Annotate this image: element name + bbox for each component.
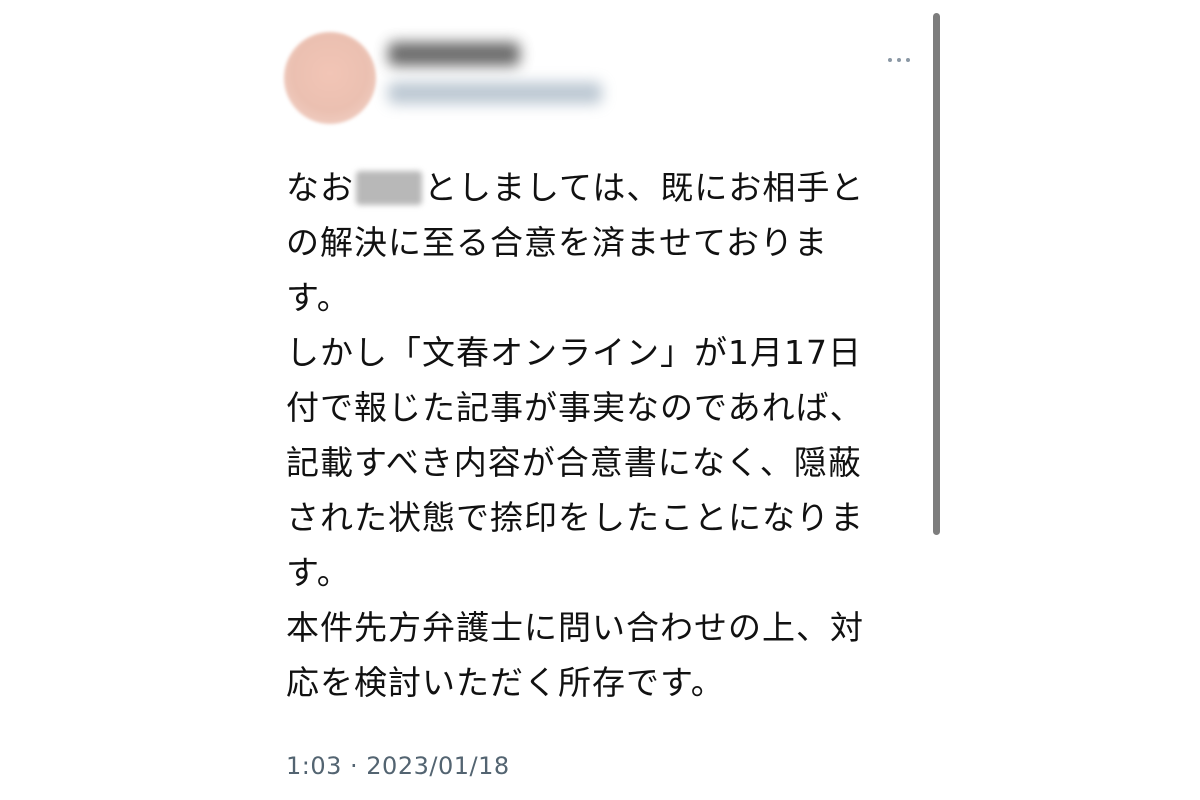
post-text-line: なお としましては、既にお相手と: [286, 160, 926, 215]
post-text-line: す。: [286, 278, 351, 317]
post-text-line: 記載すべき内容が合意書になく、隠蔽: [286, 443, 862, 482]
post-card: なお としましては、既にお相手と の解決に至る合意を済ませておりま す。 しかし「…: [0, 0, 1200, 800]
post-text-fragment: としましては、既にお相手と: [424, 168, 865, 207]
post-text-line: す。: [286, 553, 351, 592]
avatar[interactable]: [284, 32, 376, 124]
post-text-line: 付で報じた記事が事実なのであれば、: [286, 388, 864, 427]
redacted-name: [356, 171, 422, 205]
post-text-line: 本件先方弁護士に問い合わせの上、対: [286, 608, 864, 647]
display-name-redacted[interactable]: [388, 42, 520, 66]
post-text-line: の解決に至る合意を済ませておりま: [286, 223, 829, 262]
post-text-line: された状態で捺印をしたことになりま: [286, 498, 864, 537]
more-horizontal-icon[interactable]: [883, 50, 915, 70]
post-text-fragment: なお: [286, 168, 354, 207]
post-text-line: 応を検討いただく所存です。: [286, 663, 725, 702]
username-redacted[interactable]: [388, 82, 602, 104]
post-text: なお としましては、既にお相手と の解決に至る合意を済ませておりま す。 しかし「…: [286, 160, 926, 710]
post-timestamp[interactable]: 1:03 · 2023/01/18: [286, 752, 510, 780]
scrollbar[interactable]: [933, 13, 940, 535]
post-text-line: しかし「文春オンライン」が1月17日: [286, 333, 862, 372]
